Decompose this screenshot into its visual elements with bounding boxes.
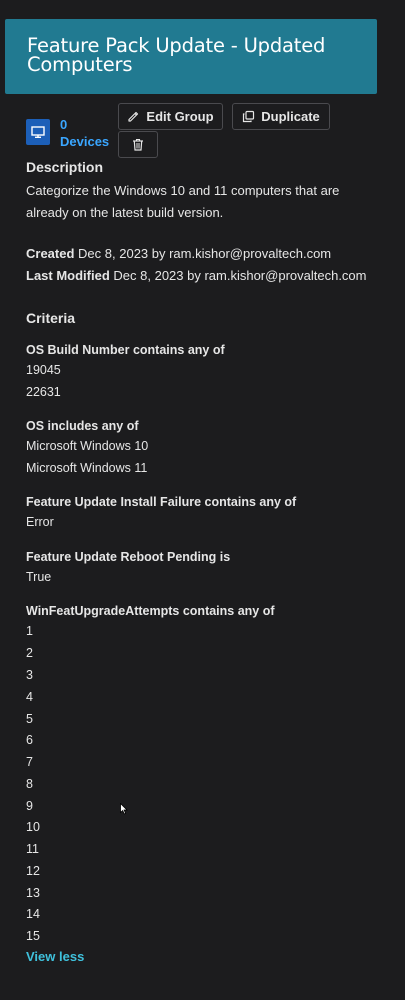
criterion-label: WinFeatUpgradeAttempts contains any of: [26, 604, 275, 618]
view-less-link[interactable]: View less: [26, 949, 84, 964]
description-text: Categorize the Windows 10 and 11 compute…: [26, 183, 340, 220]
mouse-cursor-icon: [120, 803, 128, 815]
created-row: Created Dec 8, 2023 by ram.kishor@proval…: [26, 246, 331, 261]
criterion-value: 7: [26, 755, 33, 769]
group-header: Feature Pack Update - Updated Computers: [5, 19, 377, 94]
criterion-value: 4: [26, 690, 33, 704]
delete-button[interactable]: [118, 131, 158, 158]
criterion-value: 3: [26, 668, 33, 682]
edit-group-button[interactable]: Edit Group: [118, 103, 223, 130]
criterion-value: 13: [26, 886, 40, 900]
devices-link[interactable]: 0 Devices: [26, 116, 109, 150]
monitor-icon: [26, 119, 50, 145]
criterion-value: 11: [26, 842, 39, 856]
criterion-value: 6: [26, 733, 33, 747]
page-title: Feature Pack Update - Updated Computers: [27, 34, 326, 76]
criterion-value: 10: [26, 820, 40, 834]
duplicate-label: Duplicate: [261, 109, 320, 124]
criterion-value: 9: [26, 799, 33, 813]
criterion-value: 22631: [26, 385, 61, 399]
criterion-label: Feature Update Install Failure contains …: [26, 495, 297, 509]
criterion-label: OS includes any of: [26, 419, 139, 433]
created-value: Dec 8, 2023 by ram.kishor@provaltech.com: [78, 246, 332, 261]
criterion-value: Microsoft Windows 10: [26, 439, 149, 453]
copy-icon: [243, 110, 255, 123]
pencil-icon: [128, 111, 139, 122]
criterion-value: True: [26, 570, 52, 584]
criterion-value: 2: [26, 646, 33, 660]
criterion-label: OS Build Number contains any of: [26, 343, 225, 357]
modified-value: Dec 8, 2023 by ram.kishor@provaltech.com: [113, 268, 367, 283]
criterion-value: 5: [26, 712, 33, 726]
trash-icon: [133, 138, 143, 151]
criterion-value: Error: [26, 515, 54, 529]
criterion-value: Microsoft Windows 11: [26, 461, 148, 475]
device-count[interactable]: 0: [60, 116, 109, 133]
description-heading: Description: [26, 159, 104, 175]
created-label: Created: [26, 246, 75, 261]
modified-label: Last Modified: [26, 268, 110, 283]
criterion-value: 12: [26, 864, 40, 878]
criterion-value: 8: [26, 777, 33, 791]
duplicate-button[interactable]: Duplicate: [232, 103, 330, 130]
modified-row: Last Modified Dec 8, 2023 by ram.kishor@…: [26, 268, 367, 283]
devices-label[interactable]: Devices: [60, 133, 109, 150]
criterion-value: 1: [26, 624, 33, 638]
criterion-value: 19045: [26, 363, 61, 377]
edit-group-label: Edit Group: [146, 109, 214, 124]
criteria-heading: Criteria: [26, 310, 76, 326]
criterion-value: 14: [26, 907, 40, 921]
criterion-label: Feature Update Reboot Pending is: [26, 550, 231, 564]
criterion-value: 15: [26, 929, 40, 943]
